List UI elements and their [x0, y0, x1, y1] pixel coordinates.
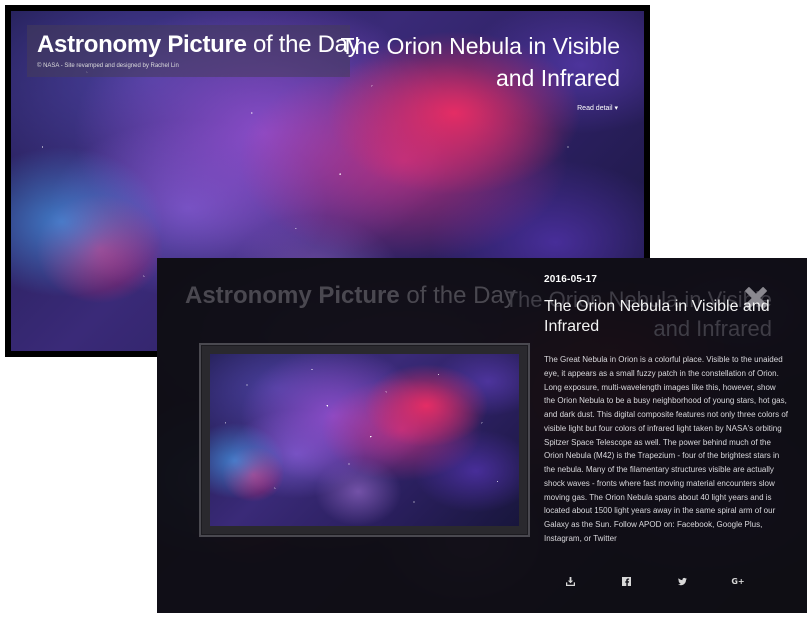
twitter-icon[interactable]	[676, 575, 688, 587]
explanation-text: The Great Nebula in Orion is a colorful …	[544, 355, 788, 543]
detail-title: The Orion Nebula in Visible and Infrared	[544, 298, 770, 335]
google-plus-label: G+	[731, 576, 745, 586]
detail-panel: 2016-05-17 The Orion Nebula in Visible a…	[544, 274, 789, 546]
framed-nebula-image[interactable]	[210, 354, 519, 526]
download-icon[interactable]	[564, 575, 576, 587]
share-bar: G+	[564, 574, 745, 588]
faded-site-title: Astronomy Picture of the Day	[185, 282, 516, 309]
facebook-icon[interactable]	[620, 575, 632, 587]
picture-date: 2016-05-17	[544, 274, 598, 285]
picture-frame	[199, 343, 530, 537]
google-plus-icon[interactable]: G+	[731, 575, 745, 587]
detail-overlay-window: Astronomy Picture of the Day The Orion N…	[157, 258, 807, 613]
read-detail-link[interactable]: Read detail ▾	[577, 104, 618, 112]
picture-title: The Orion Nebula in Visible and Infrared	[340, 33, 620, 91]
site-credit: © NASA - Site revamped and designed by R…	[37, 63, 179, 69]
site-title-box: Astronomy Picture of the Day © NASA - Si…	[27, 25, 360, 77]
site-title-bold: Astronomy Picture	[37, 31, 247, 58]
site-title[interactable]: Astronomy Picture of the Day	[37, 31, 360, 59]
